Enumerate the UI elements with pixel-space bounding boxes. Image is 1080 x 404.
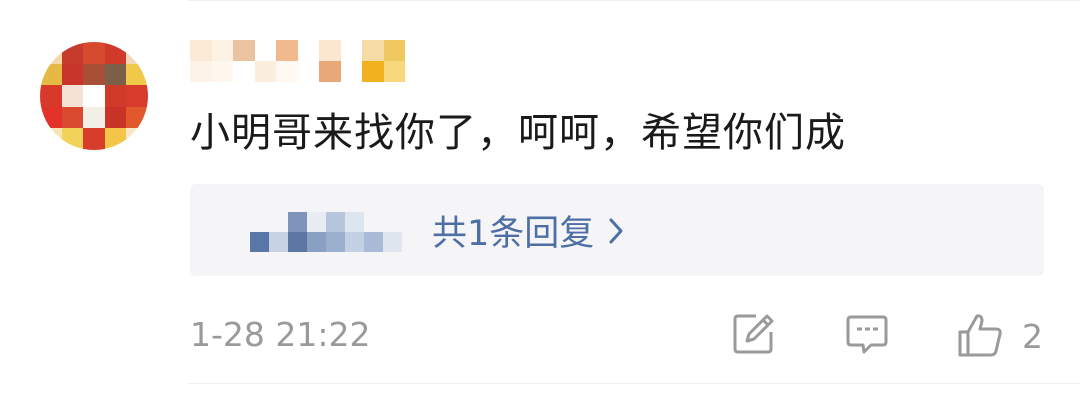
reply-preview[interactable]: 共1条回复 bbox=[190, 184, 1044, 276]
comment-text: 小明哥来找你了，呵呵，希望你们成 bbox=[190, 110, 846, 156]
reply-username-mosaic bbox=[250, 212, 402, 252]
comment-button[interactable] bbox=[845, 312, 889, 360]
comment-bubble-icon bbox=[845, 312, 889, 360]
like-count: 2 bbox=[1022, 317, 1043, 356]
bottom-divider bbox=[188, 383, 1080, 384]
like-button[interactable]: 2 bbox=[956, 312, 1043, 362]
avatar[interactable] bbox=[40, 42, 148, 150]
edit-share-icon bbox=[732, 312, 776, 360]
reply-count-label: 共1条回复 bbox=[432, 213, 595, 254]
top-divider bbox=[188, 0, 1080, 1]
chevron-right-icon bbox=[608, 217, 624, 245]
username-mosaic[interactable] bbox=[190, 40, 405, 82]
thumbs-up-icon bbox=[956, 312, 1004, 362]
comment-timestamp: 1-28 21:22 bbox=[190, 315, 371, 354]
view-replies-link[interactable]: 共1条回复 bbox=[432, 206, 624, 254]
repost-button[interactable] bbox=[732, 312, 776, 360]
